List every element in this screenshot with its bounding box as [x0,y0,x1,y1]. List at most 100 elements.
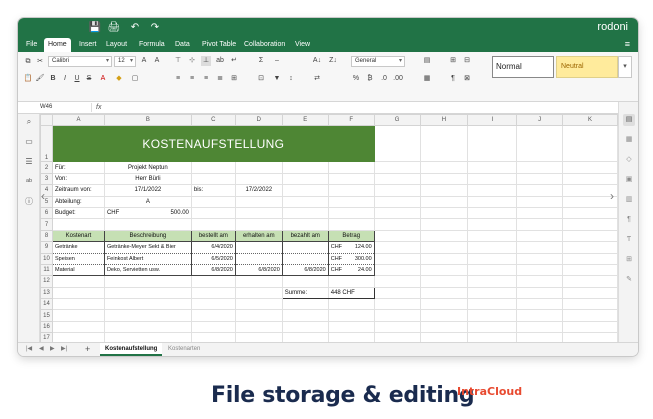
wrap-text-icon[interactable]: ↵ [229,56,239,66]
cell[interactable] [419,252,469,265]
cell[interactable] [373,195,421,208]
cell[interactable] [419,229,469,243]
row-header[interactable]: 16 [40,320,53,334]
cell[interactable] [281,161,329,174]
column-header[interactable]: I [467,114,518,127]
autosum-icon[interactable]: Σ [256,56,266,66]
cell[interactable] [516,161,564,174]
cell[interactable] [234,172,283,186]
search-icon[interactable]: ⌕ [23,116,35,128]
cut-icon[interactable]: ✂ [35,57,45,67]
cell[interactable] [467,229,518,243]
cell[interactable] [516,206,564,220]
cell[interactable] [562,320,618,334]
row-header[interactable]: 13 [40,286,53,300]
tab-insert[interactable]: Insert [75,38,101,52]
table-cell[interactable] [234,241,283,254]
row-header[interactable]: 1 [40,125,53,163]
cell[interactable] [234,286,283,300]
row-header[interactable]: 2 [40,161,53,174]
table-cell[interactable]: CHF 124.00 [327,241,375,254]
cell[interactable] [419,263,469,277]
cell[interactable] [373,275,421,288]
signature-icon[interactable]: ✎ [623,274,635,286]
cell[interactable] [516,275,564,288]
cell[interactable] [562,206,618,220]
tab-layout[interactable]: Layout [102,38,131,52]
cell[interactable] [103,298,192,311]
prev-sheet-icon[interactable]: ◀ [39,345,44,354]
cell[interactable]: Für: [51,161,105,174]
cell[interactable] [419,298,469,311]
cell[interactable] [190,206,236,220]
cell[interactable] [281,184,329,197]
cell[interactable] [419,161,469,174]
tab-data[interactable]: Data [171,38,194,52]
cell[interactable] [373,263,421,277]
image-settings-icon[interactable]: ▣ [623,174,635,186]
copy-icon[interactable]: ⧉ [23,57,33,67]
cell[interactable] [103,309,192,322]
format-table-icon[interactable]: ▦ [422,74,432,84]
cell[interactable] [190,309,236,322]
cell[interactable]: Herr Bürli [103,172,192,186]
italic-icon[interactable]: I [60,74,70,84]
cell[interactable] [467,332,518,342]
cell[interactable] [562,252,618,265]
table-cell[interactable] [281,252,329,265]
cell[interactable] [516,229,564,243]
cell[interactable] [562,161,618,174]
column-header[interactable]: B [103,114,192,127]
cell[interactable] [467,298,518,311]
filter-icon[interactable]: ▼ [272,74,282,84]
cell[interactable] [516,298,564,311]
last-sheet-icon[interactable]: ▶| [61,345,67,354]
freeze-panes-icon[interactable]: ⊠ [462,74,472,84]
cell[interactable] [516,241,564,254]
cell-reference-box[interactable]: W46 [40,103,92,112]
chevron-right-icon[interactable]: › [610,190,614,202]
redo-icon[interactable]: ↷ [148,22,162,34]
cell[interactable] [467,125,518,163]
cell[interactable] [103,332,192,342]
cell[interactable] [467,218,518,231]
cell[interactable] [467,286,518,300]
cell[interactable] [516,195,564,208]
align-left-icon[interactable]: ≡ [173,74,183,84]
cell[interactable] [419,320,469,334]
cell[interactable] [562,263,618,277]
sort-asc-icon[interactable]: A↓ [312,56,322,66]
sort-desc-icon[interactable]: Z↓ [328,56,338,66]
table-header-cell[interactable]: Kostenart [51,229,105,243]
cell[interactable] [373,286,421,300]
column-header[interactable]: E [281,114,329,127]
cell[interactable] [373,229,421,243]
font-name-select[interactable]: Calibri ▾ [48,56,112,67]
cell[interactable] [516,218,564,231]
cell[interactable] [51,332,105,342]
cell[interactable] [190,275,236,288]
sum-value-cell[interactable]: 448 CHF [327,286,375,300]
cell[interactable] [419,275,469,288]
replace-icon[interactable]: ⇄ [312,74,322,84]
cell[interactable]: Budget: [51,206,105,220]
table-cell[interactable]: CHF 24.00 [327,263,375,277]
tab-home[interactable]: Home [44,38,71,52]
cell[interactable] [419,286,469,300]
function-icon[interactable]: fx [96,103,101,112]
info-icon[interactable]: ⓘ [23,196,35,208]
cell[interactable]: 17/1/2022 [103,184,192,197]
cell[interactable] [373,298,421,311]
select-all-corner[interactable] [40,114,53,127]
cell[interactable] [327,320,375,334]
cell[interactable] [419,184,469,197]
cell[interactable] [562,275,618,288]
paragraph-settings-icon[interactable]: ¶ [623,214,635,226]
row-header[interactable]: 6 [40,206,53,220]
clear-icon[interactable]: – [272,56,282,66]
table-cell[interactable]: CHF 300.00 [327,252,375,265]
row-header[interactable]: 10 [40,252,53,265]
cell[interactable] [467,195,518,208]
cell[interactable] [373,241,421,254]
borders-icon[interactable]: ▢ [130,74,140,84]
